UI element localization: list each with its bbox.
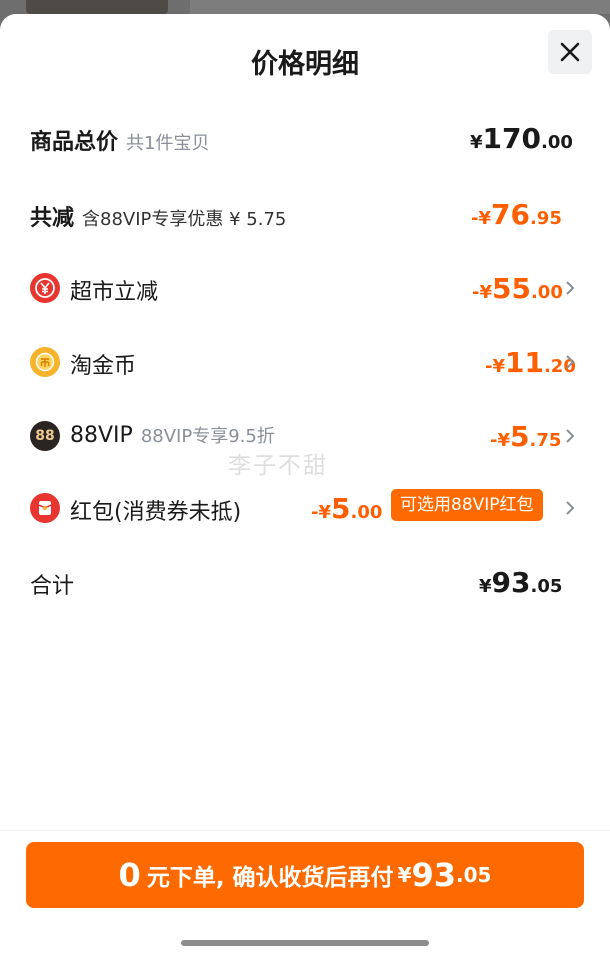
cta-zero: 0: [118, 856, 141, 894]
chevron-right-icon: [566, 501, 575, 515]
supermarket-discount-label: 超市立减: [70, 280, 159, 305]
row-goods-total: 商品总价 共1件宝贝 ¥170.00: [0, 116, 610, 160]
close-icon: [560, 42, 580, 62]
row-total-discount: 共减 含88VIP专享优惠 ¥ 5.75 -¥76.95: [0, 192, 610, 236]
background-product-thumbnail: [26, 0, 168, 14]
watermark: 李子不甜: [228, 453, 328, 479]
row-red-packet[interactable]: 红包(消费券未抵) -¥5.00 可选用88VIP红包: [0, 486, 610, 530]
gold-coin-icon: [30, 347, 60, 377]
vip88-icon-text: 88: [35, 428, 55, 444]
red-packet-icon: [30, 493, 60, 523]
goods-total-amount: ¥170.00: [470, 122, 573, 155]
row-taojinbi[interactable]: 淘金币 -¥11.20: [0, 340, 610, 384]
chevron-right-icon: [566, 281, 575, 295]
taojinbi-label: 淘金币: [70, 354, 137, 379]
cta-amount-dec: .05: [456, 863, 492, 887]
vip88-icon: 88: [30, 421, 60, 451]
place-order-button[interactable]: 0 元下单, 确认收货后再付 ¥ 93 .05: [26, 842, 584, 908]
select-vip-red-packet-button[interactable]: 可选用88VIP红包: [391, 489, 543, 521]
goods-total-label: 商品总价 共1件宝贝: [30, 130, 210, 155]
goods-count: 共1件宝贝: [126, 133, 210, 154]
vip-discount-amount: -¥5.75: [490, 420, 562, 453]
row-sum: 合计 ¥93.05: [0, 560, 610, 604]
price-detail-sheet: 价格明细 商品总价 共1件宝贝 ¥170.00 共减 含88VIP专享优惠 ¥ 5.…: [0, 14, 610, 958]
yuan-badge-icon: [30, 273, 60, 303]
red-packet-amount: -¥5.00: [311, 492, 383, 525]
sum-label: 合计: [30, 574, 75, 599]
sheet-title: 价格明细: [251, 49, 359, 80]
home-indicator: [181, 940, 429, 946]
footer-divider: [0, 830, 610, 831]
sum-amount: ¥93.05: [479, 566, 563, 599]
cta-currency: ¥: [397, 863, 412, 887]
cta-amount-int: 93: [411, 856, 457, 894]
vip-label: 88VIP 88VIP专享9.5折: [70, 423, 275, 448]
vip-discount-note: 含88VIP专享优惠 ¥ 5.75: [82, 209, 287, 230]
close-button[interactable]: [548, 30, 592, 74]
total-discount-label: 共减 含88VIP专享优惠 ¥ 5.75: [30, 206, 287, 231]
chevron-right-icon: [566, 355, 575, 369]
cta-text: 元下单, 确认收货后再付: [146, 865, 394, 891]
row-supermarket-discount[interactable]: 超市立减 -¥55.00: [0, 266, 610, 310]
supermarket-discount-amount: -¥55.00: [472, 272, 563, 305]
total-discount-amount: -¥76.95: [471, 198, 562, 231]
red-packet-label: 红包(消费券未抵): [70, 500, 242, 525]
vip-discount-rate: 88VIP专享9.5折: [140, 426, 275, 447]
chevron-right-icon: [566, 429, 575, 443]
background-bar: [190, 0, 610, 14]
